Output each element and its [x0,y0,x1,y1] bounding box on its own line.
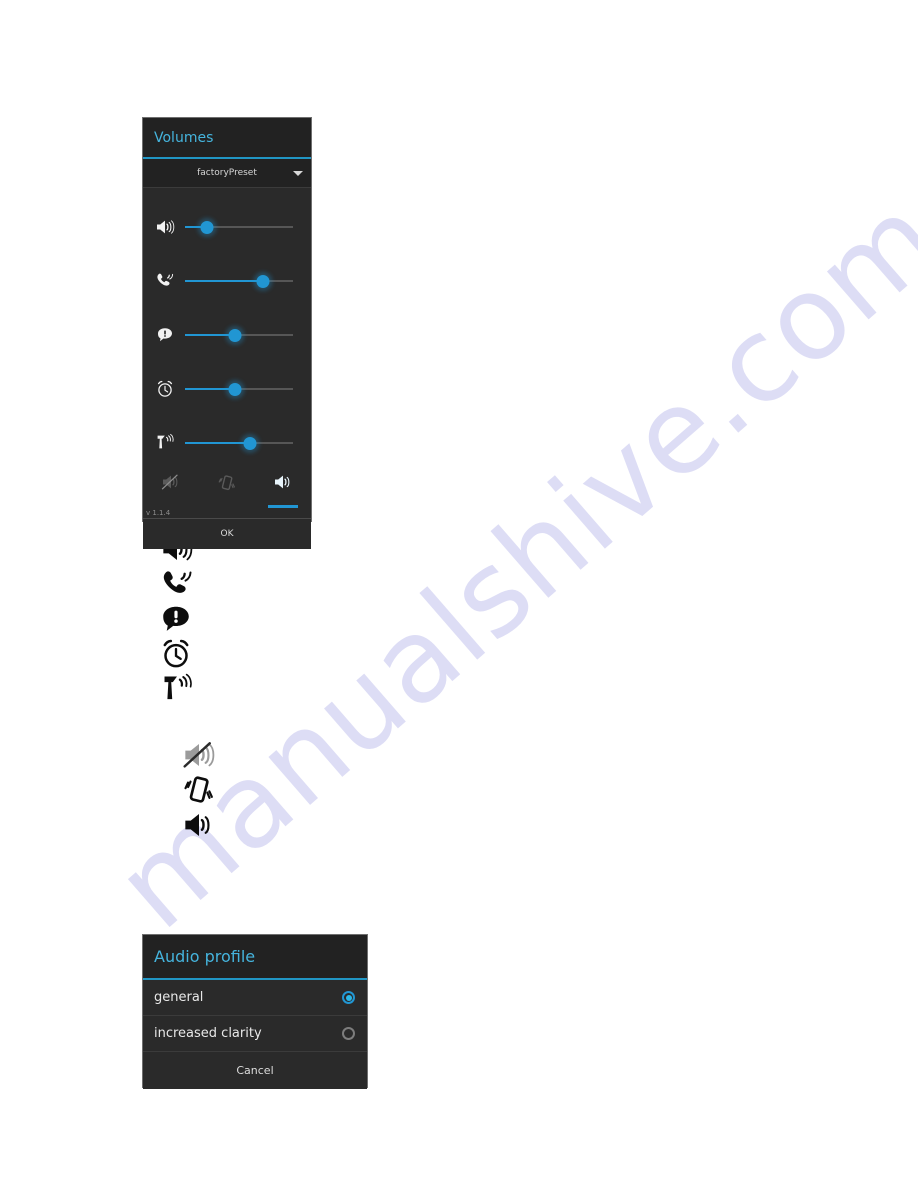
tab-silent[interactable] [143,472,199,502]
phone-ringtone-icon [160,569,194,604]
radio-button-general[interactable] [342,991,355,1004]
speaker-volume-icon [182,812,216,843]
preset-dropdown-label: factoryPreset [197,168,257,178]
legend-earpiece-volume [160,673,194,710]
slider-thumb[interactable] [256,274,270,288]
cancel-button[interactable]: Cancel [143,1052,367,1089]
slider-thumb[interactable] [243,436,257,450]
legend-sound-mode [182,810,216,845]
audio-profile-dialog: Audio profile general increased clarity … [142,934,368,1089]
media-volume-row [143,200,311,254]
audio-profile-dialog-title: Audio profile [154,947,256,966]
volumes-dialog-header: Volumes [143,118,311,159]
cancel-button-label: Cancel [236,1064,274,1077]
earpiece-volume-slider[interactable] [185,434,293,452]
chevron-down-icon [293,171,303,176]
mute-speaker-icon [182,742,216,773]
notification-alert-icon [153,324,177,346]
earpiece-volume-row [143,416,311,470]
slider-thumb[interactable] [228,328,242,342]
notification-volume-slider[interactable] [185,326,293,344]
tab-vibrate[interactable] [199,472,255,502]
slider-thumb[interactable] [228,382,242,396]
ok-button-label: OK [220,529,234,539]
alarm-clock-icon [160,639,192,674]
handset-earpiece-icon [160,673,194,710]
profile-option-general[interactable]: general [143,980,367,1016]
volumes-dialog-title: Volumes [154,129,214,146]
alarm-volume-slider[interactable] [185,380,293,398]
speaker-volume-icon [273,474,293,495]
media-volume-slider[interactable] [185,218,293,236]
alarm-clock-icon [153,378,177,400]
audio-profile-dialog-header: Audio profile [143,935,367,980]
notification-volume-row [143,308,311,362]
slider-fill [185,442,250,444]
ringtone-volume-row [143,254,311,308]
volume-stream-legend [160,534,194,709]
ok-button[interactable]: OK [143,519,311,549]
version-label: v 1.1.4 [146,509,171,517]
slider-thumb[interactable] [200,220,214,234]
volume-sliders [143,188,311,470]
vibrate-phone-icon [217,474,237,497]
tab-sound[interactable] [255,472,311,508]
volumes-dialog: Volumes factoryPreset v 1.1.4 OK [142,117,312,549]
slider-fill [185,280,263,282]
ringtone-volume-slider[interactable] [185,272,293,290]
speaker-volume-icon [153,216,177,238]
tab-active-indicator [268,505,298,508]
profile-option-label: general [154,990,204,1005]
preset-dropdown[interactable]: factoryPreset [143,159,311,188]
vibrate-phone-icon [182,775,216,810]
legend-ringtone-volume [160,569,194,604]
legend-vibrate-mode [182,775,216,810]
sound-mode-tabbar [143,472,311,508]
alarm-volume-row [143,362,311,416]
radio-button-increased-clarity[interactable] [342,1027,355,1040]
legend-notification-volume [160,604,194,639]
notification-alert-icon [160,605,192,638]
legend-alarm-volume [160,639,194,674]
profile-option-increased-clarity[interactable]: increased clarity [143,1016,367,1052]
mute-speaker-icon [161,474,181,495]
sound-mode-legend [182,740,216,845]
legend-silent-mode [182,740,216,775]
page-watermark: manualshive.com [0,0,918,1188]
handset-earpiece-icon [153,432,177,454]
phone-ringtone-icon [153,270,177,292]
profile-option-label: increased clarity [154,1026,262,1041]
